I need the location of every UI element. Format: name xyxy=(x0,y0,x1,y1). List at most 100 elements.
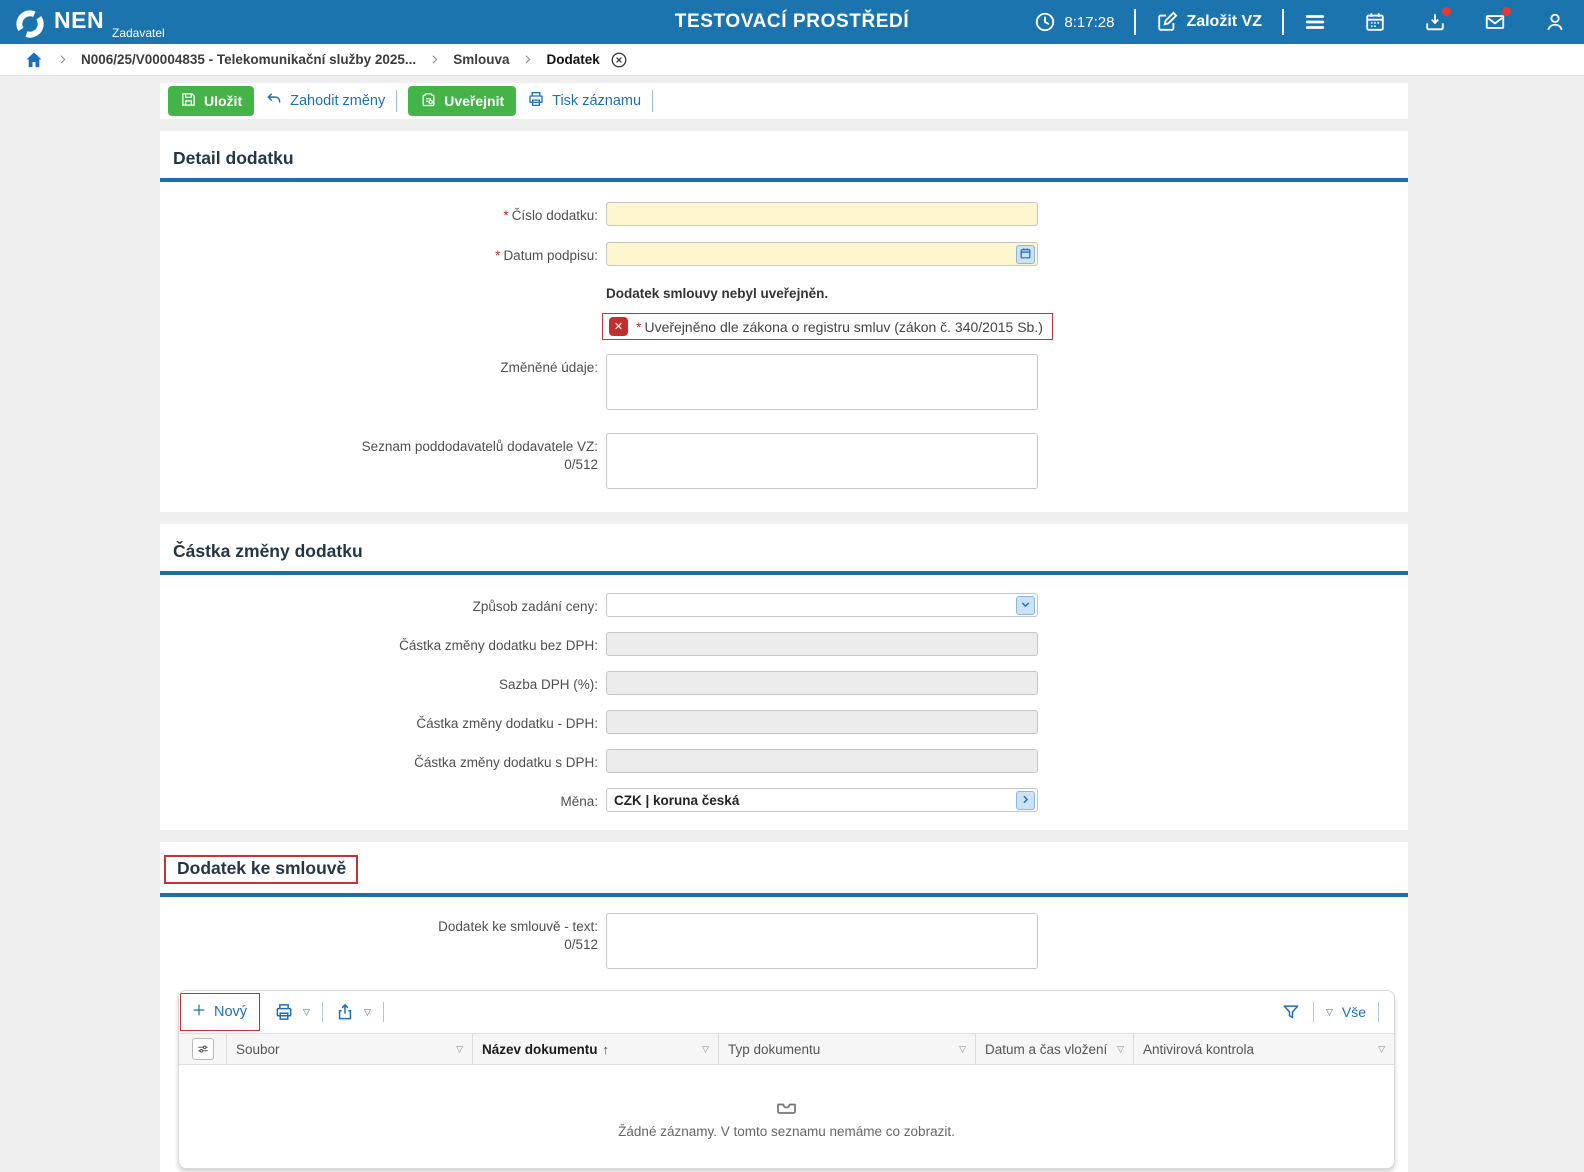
dph-input xyxy=(606,710,1038,734)
registry-law-warning-text: *Uveřejněno dle zákona o registru smluv … xyxy=(636,319,1043,335)
export-options-dropdown[interactable]: ▽ xyxy=(364,1007,371,1018)
publish-button[interactable]: Uveřejnit xyxy=(408,86,516,116)
column-header-typ-dokumentu[interactable]: Typ dokumentu ▽ xyxy=(719,1034,976,1064)
column-header-antivirova-kontrola[interactable]: Antivirová kontrola ▽ xyxy=(1134,1034,1394,1064)
column-filter-icon[interactable]: ▽ xyxy=(1378,1044,1385,1055)
mena-input[interactable] xyxy=(606,788,1038,812)
zmenene-udaje-label: Změněné údaje: xyxy=(160,354,598,377)
sazba-dph-input xyxy=(606,671,1038,695)
nen-brand[interactable]: NEN Zadavatel xyxy=(14,4,165,40)
seznam-poddodavatelu-label: Seznam poddodavatelů dodavatele VZ:0/512 xyxy=(160,433,598,473)
column-settings-icon[interactable] xyxy=(192,1038,214,1060)
dodatek-text-char-counter: 0/512 xyxy=(160,936,598,954)
topbar-divider xyxy=(1282,9,1284,35)
error-x-icon: ✕ xyxy=(609,317,628,336)
new-document-label: Nový xyxy=(214,1004,247,1020)
calendar-icon xyxy=(1364,11,1386,33)
column-filter-icon[interactable]: ▽ xyxy=(456,1044,463,1055)
plus-icon xyxy=(191,1002,207,1022)
dph-label: Částka změny dodatku - DPH: xyxy=(160,710,598,733)
sort-ascending-icon: ↑ xyxy=(603,1042,610,1057)
home-icon[interactable] xyxy=(24,50,44,70)
section-castka-zmeny: Částka změny dodatku Způsob zadání ceny:… xyxy=(160,524,1408,830)
toolbar-divider xyxy=(383,1002,384,1022)
registry-law-validation-box: ✕ *Uveřejněno dle zákona o registru smlu… xyxy=(602,313,1053,340)
zpusob-dropdown-button[interactable] xyxy=(1016,596,1035,615)
section-detail-dodatku: Detail dodatku *Číslo dodatku: *Datum po… xyxy=(160,131,1408,512)
bez-dph-input xyxy=(606,632,1038,656)
chevron-right-icon xyxy=(1019,793,1032,809)
toolbar-divider xyxy=(1313,1002,1314,1022)
toolbar-divider xyxy=(652,90,653,112)
record-action-toolbar: Uložit Zahodit změny Uveřejnit Tisk zázn… xyxy=(160,83,1408,119)
edit-icon xyxy=(1156,11,1178,33)
export-icon[interactable] xyxy=(335,1002,355,1022)
download-notification-dot xyxy=(1442,7,1451,16)
new-document-button[interactable]: Nový xyxy=(180,993,260,1031)
print-table-icon[interactable] xyxy=(274,1002,294,1022)
column-header-nazev-dokumentu[interactable]: Název dokumentu ↑ ▽ xyxy=(473,1034,719,1064)
nen-logo-icon xyxy=(14,8,46,40)
column-header-soubor[interactable]: Soubor ▽ xyxy=(227,1034,473,1064)
print-options-dropdown[interactable]: ▽ xyxy=(303,1007,310,1018)
topbar-divider xyxy=(1134,9,1136,35)
documents-table-empty-state: Žádné záznamy. V tomto seznamu nemáme co… xyxy=(179,1065,1394,1168)
required-marker: * xyxy=(503,208,508,223)
person-icon xyxy=(1544,11,1566,33)
column-filter-icon[interactable]: ▽ xyxy=(959,1044,966,1055)
print-record-button[interactable]: Tisk záznamu xyxy=(527,90,641,112)
view-scope-dropdown[interactable]: ▽ xyxy=(1326,1007,1333,1018)
seznam-char-counter: 0/512 xyxy=(160,456,598,474)
top-header-bar: NEN Zadavatel TESTOVACÍ PROSTŘEDÍ 8:17:2… xyxy=(0,0,1584,44)
column-filter-icon[interactable]: ▽ xyxy=(1117,1044,1124,1055)
save-button[interactable]: Uložit xyxy=(168,86,254,116)
breadcrumb: N006/25/V00004835 - Telekomunikační služ… xyxy=(0,44,1584,75)
clock-icon xyxy=(1034,11,1056,33)
downloads-button[interactable] xyxy=(1424,11,1446,33)
toolbar-divider xyxy=(1378,1002,1379,1022)
session-time: 8:17:28 xyxy=(1064,14,1114,31)
breadcrumb-item-contract[interactable]: Smlouva xyxy=(453,52,509,67)
calendar-button[interactable] xyxy=(1364,11,1386,33)
documents-table-panel: Nový ▽ ▽ xyxy=(178,990,1395,1169)
breadcrumb-item-amendment[interactable]: Dodatek xyxy=(546,52,599,67)
messages-button[interactable] xyxy=(1484,11,1506,33)
empty-tray-icon xyxy=(773,1095,800,1119)
view-all-label[interactable]: Vše xyxy=(1342,1004,1366,1020)
zpusob-zadani-input[interactable] xyxy=(606,593,1038,617)
close-tab-icon[interactable] xyxy=(610,51,628,69)
datum-podpisu-label: *Datum podpisu: xyxy=(160,242,598,265)
publish-icon xyxy=(420,91,437,111)
print-record-label: Tisk záznamu xyxy=(552,93,641,109)
column-filter-icon[interactable]: ▽ xyxy=(702,1044,709,1055)
hamburger-menu-icon xyxy=(1304,11,1326,33)
mena-open-button[interactable] xyxy=(1016,791,1035,810)
dodatek-text-textarea[interactable] xyxy=(606,913,1038,969)
section-title-detail: Detail dodatku xyxy=(173,131,294,169)
mena-label: Měna: xyxy=(160,788,598,811)
create-vz-button[interactable]: Založit VZ xyxy=(1156,11,1262,33)
toolbar-divider xyxy=(322,1002,323,1022)
column-header-datum-vlozeni[interactable]: Datum a čas vložení ▽ xyxy=(976,1034,1134,1064)
breadcrumb-item-case[interactable]: N006/25/V00004835 - Telekomunikační služ… xyxy=(81,52,416,67)
topbar-actions: 8:17:28 Založit VZ xyxy=(1034,9,1566,35)
required-marker: * xyxy=(495,248,500,263)
seznam-poddodavatelu-textarea[interactable] xyxy=(606,433,1038,489)
zpusob-zadani-label: Způsob zadání ceny: xyxy=(160,593,598,616)
datum-podpisu-input[interactable] xyxy=(606,242,1038,266)
brand-role-label: Zadavatel xyxy=(112,26,165,40)
cislo-dodatku-input[interactable] xyxy=(606,202,1038,226)
main-menu-button[interactable] xyxy=(1304,11,1326,33)
zmenene-udaje-textarea[interactable] xyxy=(606,354,1038,410)
discard-changes-button[interactable]: Zahodit změny xyxy=(265,90,385,112)
dodatek-text-label: Dodatek ke smlouvě - text:0/512 xyxy=(160,913,598,953)
not-published-status-text: Dodatek smlouvy nebyl uveřejněn. xyxy=(606,282,828,301)
cislo-dodatku-label: *Číslo dodatku: xyxy=(160,202,598,225)
user-profile-button[interactable] xyxy=(1544,11,1566,33)
create-vz-label: Založit VZ xyxy=(1186,13,1262,31)
date-picker-button[interactable] xyxy=(1016,245,1035,264)
documents-table-header: Soubor ▽ Název dokumentu ↑ ▽ Typ dokumen… xyxy=(179,1033,1394,1065)
discard-changes-label: Zahodit změny xyxy=(290,93,385,109)
filter-funnel-icon[interactable] xyxy=(1281,1002,1301,1022)
section-dodatek-ke-smlouve: Dodatek ke smlouvě Dodatek ke smlouvě - … xyxy=(160,842,1408,1172)
